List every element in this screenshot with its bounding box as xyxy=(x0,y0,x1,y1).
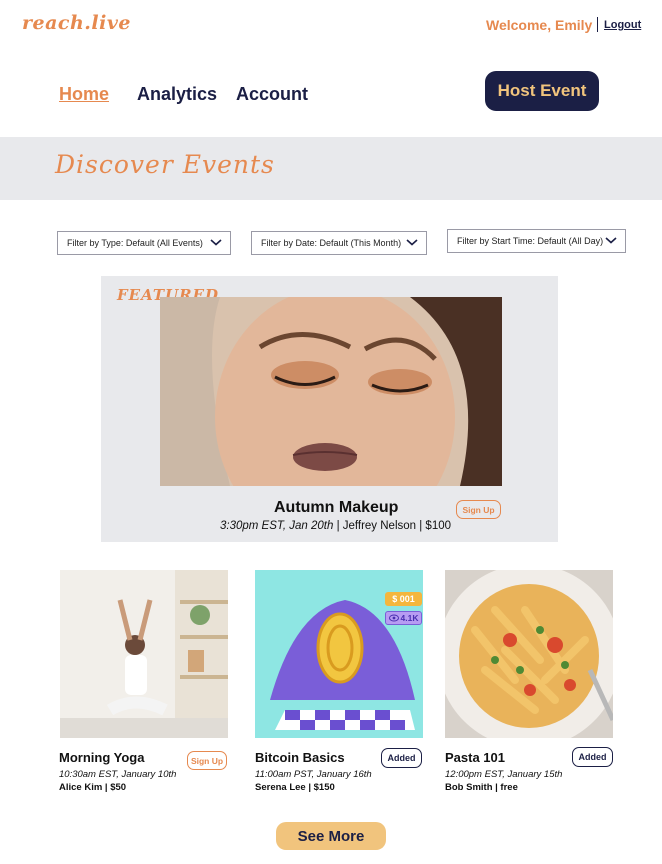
filter-type-label: Filter by Type: xyxy=(67,238,124,248)
filter-type-value: Default (All Events) xyxy=(125,238,203,248)
welcome-text: Welcome, Emily xyxy=(486,17,593,33)
event-title-pasta[interactable]: Pasta 101 xyxy=(445,750,505,765)
event-time-bitcoin: 11:00am PST, January 16th xyxy=(255,769,372,780)
chevron-down-icon xyxy=(210,239,222,246)
featured-event-time: 3:30pm EST, Jan 20th xyxy=(220,520,334,532)
chevron-down-icon xyxy=(406,239,418,246)
event-host-yoga: Alice Kim | $50 xyxy=(59,782,127,793)
event-host-pasta: Bob Smith | free xyxy=(445,782,518,793)
nav-analytics[interactable]: Analytics xyxy=(137,84,217,105)
filter-time-value: Default (All Day) xyxy=(537,236,604,246)
filter-date-select[interactable]: Filter by Date: Default (This Month) xyxy=(251,231,427,255)
filter-time-select[interactable]: Filter by Start Time: Default (All Day) xyxy=(447,229,626,253)
logo[interactable]: reach.live xyxy=(22,12,131,34)
bitcoin-added-button[interactable]: Added xyxy=(381,748,422,768)
featured-event-image[interactable] xyxy=(160,297,502,486)
see-more-button[interactable]: See More xyxy=(276,822,386,850)
host-event-button[interactable]: Host Event xyxy=(485,71,599,111)
event-time-pasta: 12:00pm EST, January 15th xyxy=(445,769,563,780)
bitcoin-price-badge: $ 001 xyxy=(385,592,422,606)
event-title-yoga[interactable]: Morning Yoga xyxy=(59,750,144,765)
event-time-yoga: 10:30am EST, January 10th xyxy=(59,769,177,780)
eye-icon xyxy=(388,614,399,622)
event-title-bitcoin[interactable]: Bitcoin Basics xyxy=(255,750,345,765)
chevron-down-icon xyxy=(605,237,617,244)
event-host-bitcoin: Serena Lee | $150 xyxy=(255,782,335,793)
logout-link[interactable]: Logout xyxy=(604,19,641,31)
featured-event-title[interactable]: Autumn Makeup xyxy=(274,499,398,517)
filter-type-select[interactable]: Filter by Type: Default (All Events) xyxy=(57,231,231,255)
filter-time-label: Filter by Start Time: xyxy=(457,236,536,246)
filter-date-value: Default (This Month) xyxy=(319,238,402,248)
bitcoin-views-badge: 4.1K xyxy=(385,611,422,625)
header-divider xyxy=(597,17,598,32)
page-title: Discover Events xyxy=(55,150,275,179)
yoga-signup-button[interactable]: Sign Up xyxy=(187,751,227,770)
featured-signup-button[interactable]: Sign Up xyxy=(456,500,501,519)
featured-event-meta: 3:30pm EST, Jan 20th | Jeffrey Nelson | … xyxy=(220,520,451,532)
featured-event-host-price: | Jeffrey Nelson | $100 xyxy=(333,520,452,532)
pasta-added-button[interactable]: Added xyxy=(572,747,613,767)
filter-date-label: Filter by Date: xyxy=(261,238,318,248)
nav-home[interactable]: Home xyxy=(59,84,109,105)
bitcoin-views-text: 4.1K xyxy=(400,613,419,623)
nav-account[interactable]: Account xyxy=(236,84,308,105)
event-image-yoga[interactable] xyxy=(60,570,228,738)
event-image-pasta[interactable] xyxy=(445,570,613,738)
